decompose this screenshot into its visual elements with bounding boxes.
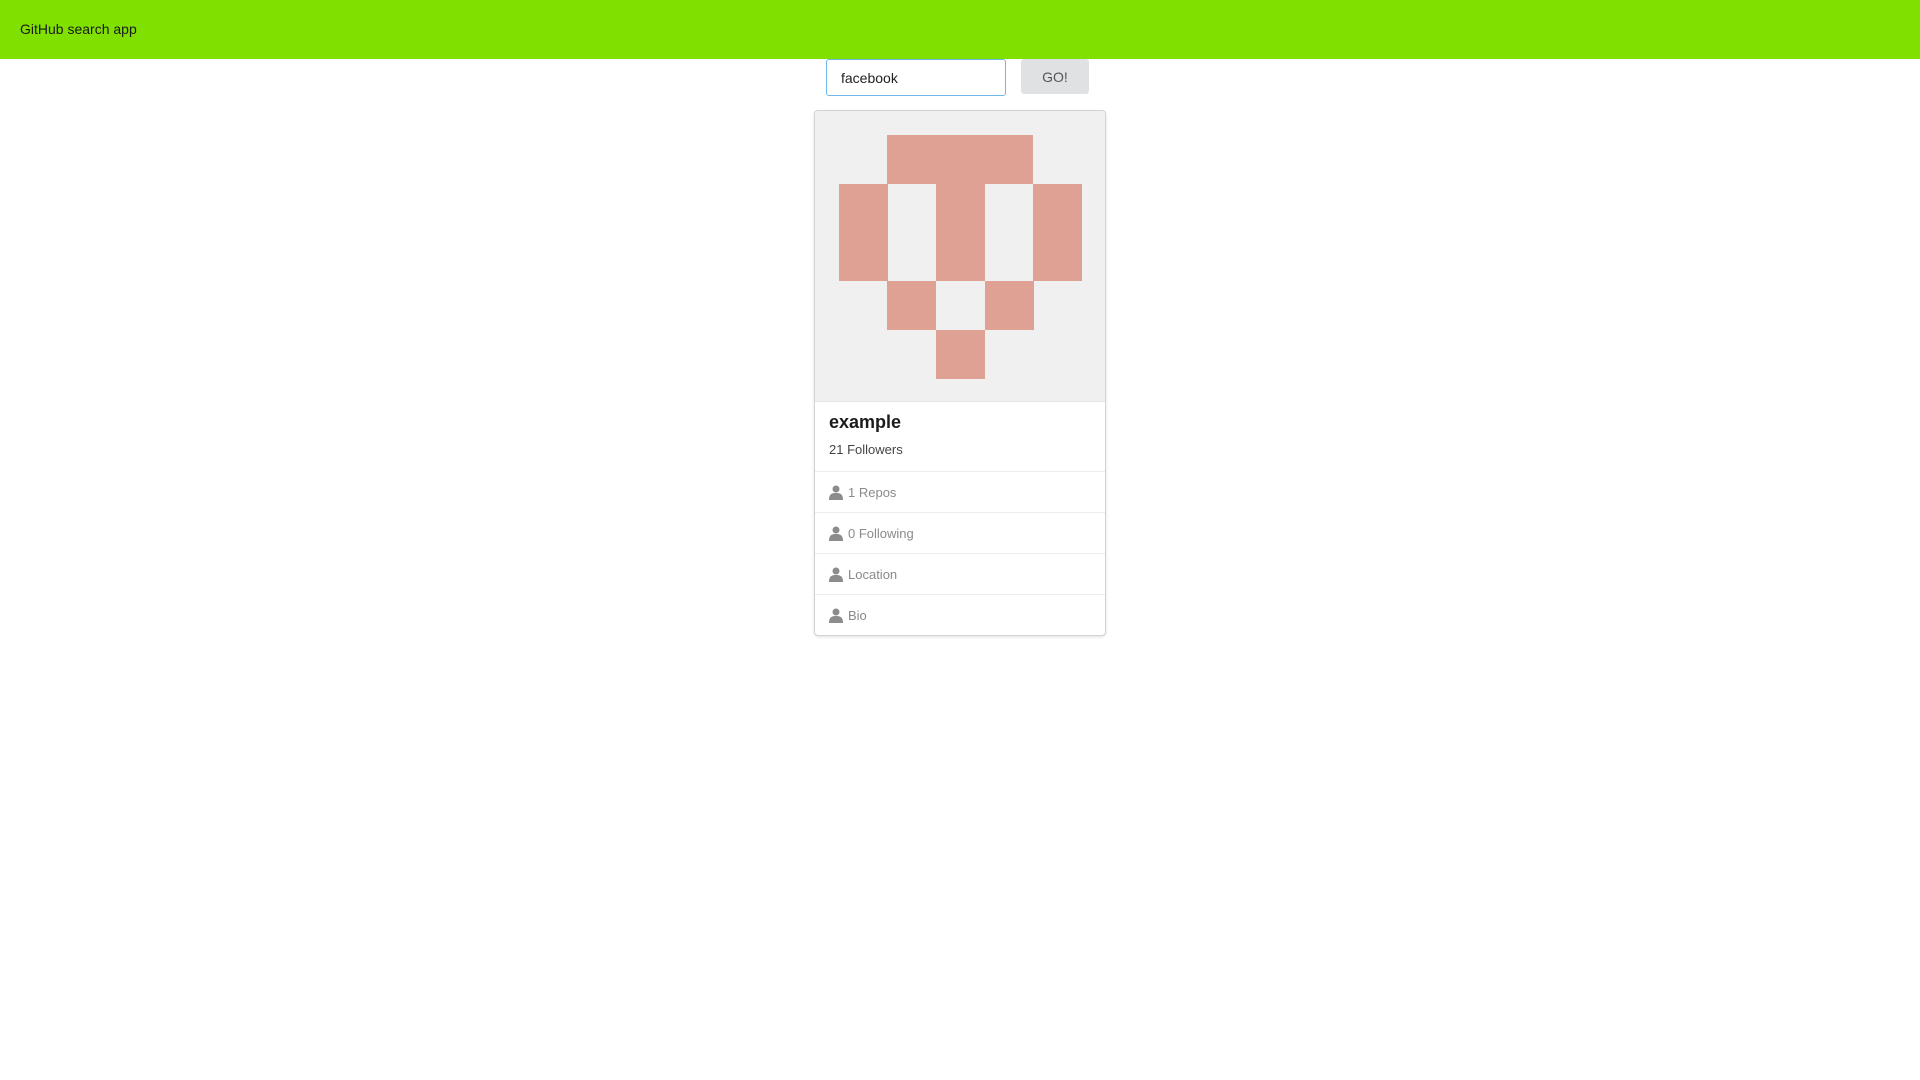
detail-item-following: 0 Following [815, 512, 1105, 552]
profile-card: example 21 Followers 1 Repos 0 Following… [814, 110, 1106, 636]
detail-item-bio: Bio [815, 594, 1105, 634]
detail-item-repos: 1 Repos [815, 471, 1105, 511]
identicon-avatar [815, 111, 1105, 402]
user-icon [829, 567, 843, 582]
user-icon [829, 608, 843, 623]
detail-label: Location [848, 567, 898, 582]
go-button[interactable]: GO! [1021, 59, 1089, 94]
profile-name: example [829, 412, 902, 432]
app-title: GitHub search app [20, 21, 137, 37]
detail-label: 0 Following [848, 526, 914, 541]
followers-count: 21 Followers [829, 442, 903, 457]
detail-label: Bio [848, 608, 867, 623]
top-navbar: GitHub search app [0, 0, 1920, 59]
user-icon [829, 485, 843, 500]
detail-item-location: Location [815, 553, 1105, 593]
search-input[interactable] [826, 59, 1006, 96]
detail-label: 1 Repos [848, 485, 897, 500]
user-icon [829, 526, 843, 541]
